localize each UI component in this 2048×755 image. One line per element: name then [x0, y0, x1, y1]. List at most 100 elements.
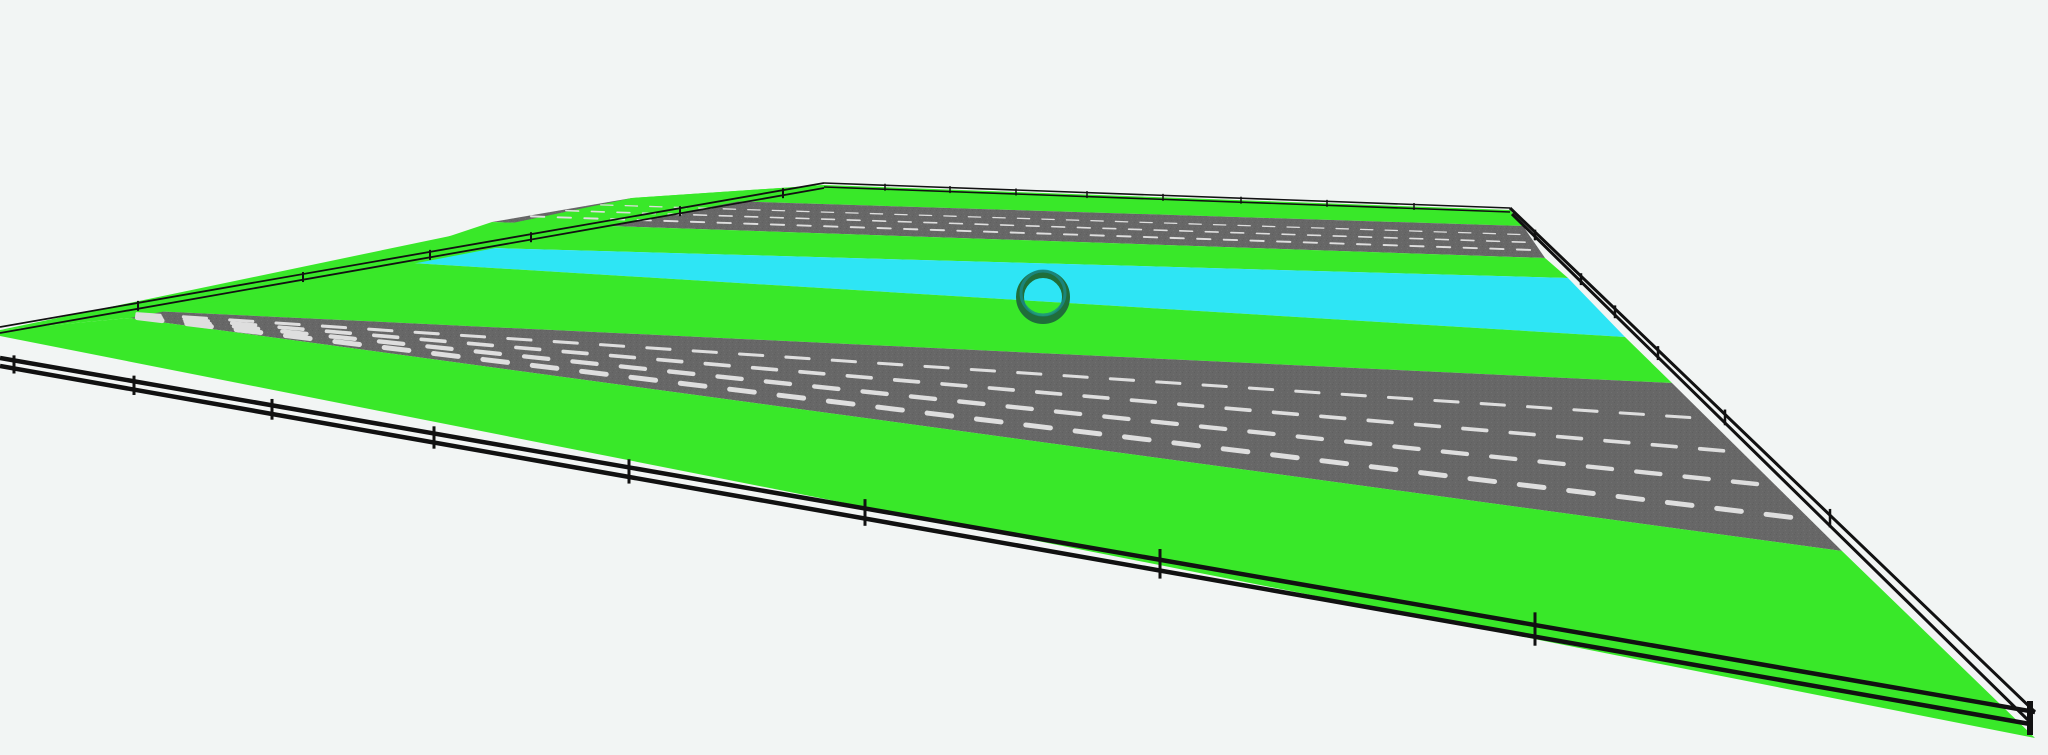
lane-dash — [825, 398, 856, 407]
lane-dash — [1102, 414, 1131, 422]
lane-dash — [1682, 474, 1711, 482]
lane-dash — [570, 359, 599, 367]
lane-dash — [1392, 444, 1421, 452]
lane-dash — [1023, 422, 1053, 431]
lane-dash — [666, 369, 696, 377]
lane-dash — [763, 379, 793, 387]
lane-dash — [1247, 386, 1275, 392]
lane-dash — [1177, 402, 1205, 409]
lane-dash — [1433, 398, 1460, 404]
lane-dash — [784, 355, 811, 361]
lane-dash — [514, 345, 542, 352]
lane-dash — [1618, 411, 1645, 416]
ground-lanes — [0, 185, 2035, 738]
lane-dash — [1516, 482, 1547, 491]
lane-dash — [1634, 469, 1663, 477]
lane-dash — [1508, 430, 1536, 437]
lane-dash — [1603, 438, 1631, 445]
lane-dash — [367, 327, 394, 333]
lane-dash — [274, 321, 301, 327]
lane-dash — [1714, 505, 1744, 514]
lane-dash — [1005, 404, 1034, 412]
lane-dash — [691, 349, 718, 354]
lane-dash — [459, 333, 487, 339]
lane-dash — [969, 367, 997, 373]
lane-dash — [480, 356, 511, 365]
lane-dash — [628, 374, 659, 383]
lane-dash — [703, 361, 731, 368]
lane-dash — [1294, 389, 1321, 395]
level-3d-view — [0, 182, 2037, 738]
lane-dash — [908, 394, 938, 402]
lane-dash — [320, 324, 348, 330]
lane-dash — [812, 384, 841, 392]
lane-dash — [860, 389, 889, 397]
lane-dash — [579, 368, 609, 377]
lane-dash — [1440, 449, 1470, 457]
lane-dash — [1270, 452, 1300, 461]
lane-dash — [233, 327, 264, 336]
lane-dash — [1566, 488, 1596, 496]
lane-dash — [1034, 390, 1063, 396]
lane-dash — [228, 318, 255, 323]
lane-dash — [425, 344, 454, 352]
lane-dash — [372, 333, 400, 340]
lane-dash — [940, 382, 968, 388]
lane-dash — [924, 410, 955, 419]
lane-dash — [1697, 446, 1726, 453]
lane-dash — [1526, 405, 1553, 410]
lane-dash — [1016, 371, 1043, 376]
lane-dash — [282, 333, 313, 342]
lane-dash — [656, 357, 684, 364]
lane-dash — [134, 315, 165, 324]
lane-dash — [1763, 511, 1794, 520]
lane-dash — [1201, 383, 1228, 389]
lane-dash — [1585, 464, 1615, 472]
lane-dash — [973, 416, 1004, 425]
lane-dash — [677, 380, 708, 389]
lane-dash — [1730, 479, 1760, 487]
game-viewport[interactable] — [0, 0, 2048, 755]
lane-dash — [431, 350, 461, 359]
lane-dash — [1053, 409, 1083, 417]
lane-dash — [324, 329, 353, 336]
lane-dash — [845, 373, 873, 380]
lane-dash — [1366, 418, 1394, 425]
lane-dash — [1072, 428, 1103, 437]
lane-dash — [1171, 440, 1201, 449]
lane-dash — [521, 354, 551, 362]
lane-dash — [618, 364, 648, 372]
lane-dash — [776, 392, 807, 401]
lane-dash — [1572, 408, 1599, 413]
lane-dash — [419, 337, 447, 344]
lane-dash — [798, 369, 826, 376]
lane-dash — [1108, 377, 1136, 382]
lane-dash — [1062, 374, 1089, 379]
lane-dash — [1082, 394, 1110, 400]
lane-dash — [1155, 380, 1182, 385]
lane-dash — [1537, 459, 1566, 467]
lane-dash — [413, 330, 440, 336]
lane-dash — [645, 346, 672, 351]
lane-dash — [608, 353, 637, 360]
lane-dash — [1121, 434, 1152, 443]
lane-dash — [1650, 442, 1678, 449]
lane-dash — [1467, 476, 1498, 485]
lane-dash — [1418, 470, 1448, 479]
lane-dash — [1555, 434, 1584, 441]
lane-dash — [987, 386, 1015, 392]
lane-dash — [727, 386, 757, 395]
lane-dash — [529, 362, 560, 371]
lane-dash — [376, 339, 406, 347]
lane-dash — [332, 339, 362, 347]
lane-dash — [1150, 419, 1180, 427]
lane-dash — [184, 321, 214, 330]
lane-dash — [1386, 395, 1414, 401]
lane-dash — [466, 341, 495, 348]
lane-dash — [1220, 446, 1251, 455]
lane-dash — [328, 334, 358, 342]
lane-dash — [561, 349, 589, 356]
lane-dash — [715, 374, 744, 382]
lane-dash — [1479, 402, 1506, 407]
lane-dash — [1461, 426, 1489, 433]
